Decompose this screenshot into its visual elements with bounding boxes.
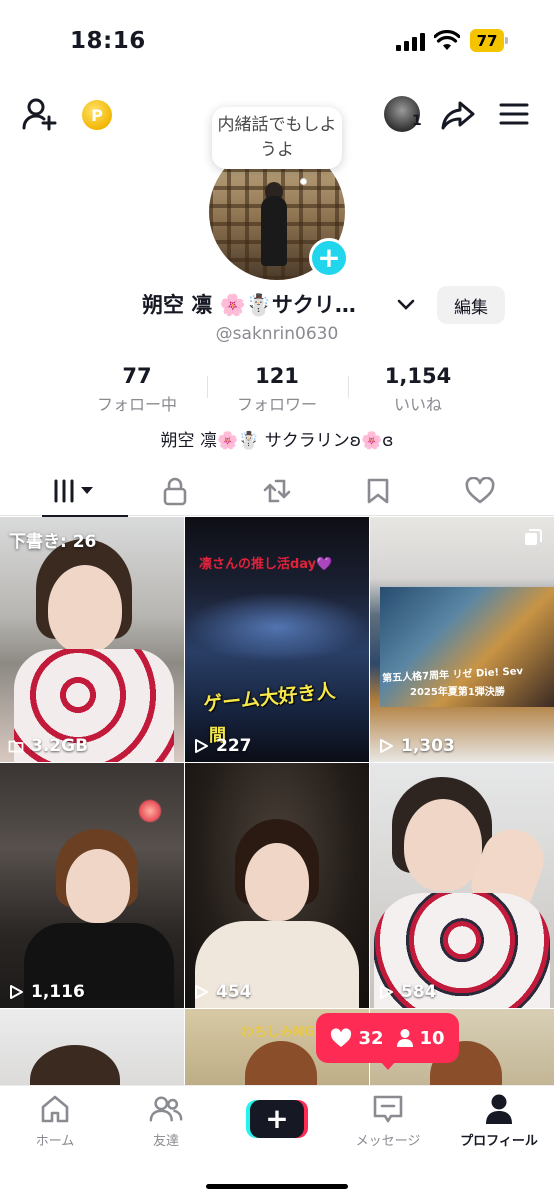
plus-icon: +	[250, 1100, 304, 1138]
new-activity-pill[interactable]: 32 10	[316, 1013, 459, 1063]
nav-label: プロフィール	[460, 1134, 538, 1149]
tab-private[interactable]	[120, 466, 230, 516]
tab-reposts[interactable]	[222, 466, 332, 516]
activity-likes: 32	[358, 1027, 384, 1049]
video-tile[interactable]: 下書き: 26 3.2GB	[0, 517, 184, 762]
view-count-value: 1,303	[401, 736, 455, 756]
video-tile[interactable]: 第五人格7周年 リゼ Die! Sev 2025年夏第1弾決勝 1,303	[370, 517, 554, 762]
stat-value: 77	[122, 364, 152, 388]
video-tile[interactable]: 454	[185, 763, 369, 1008]
heart-filled-icon	[331, 1028, 352, 1047]
nav-inbox[interactable]: メッセージ	[333, 1092, 443, 1152]
view-count: 227	[193, 736, 252, 756]
poster-banner-subtext: 2025年夏第1弾決勝	[410, 687, 505, 698]
video-grid: 下書き: 26 3.2GB 凛さんの推し活day💜 ゲーム大好き人 間 227 …	[0, 517, 554, 1087]
cellular-signal-icon	[396, 33, 426, 51]
note-bubble[interactable]: 内緒話でもしようよ	[212, 107, 342, 169]
stat-value: 121	[255, 364, 299, 388]
tab-videos[interactable]	[20, 466, 130, 517]
stat-likes[interactable]: 1,154 いいね	[348, 364, 488, 415]
view-count-value: 227	[216, 736, 252, 756]
view-count: 1,116	[8, 982, 85, 1002]
chevron-down-icon[interactable]	[396, 297, 416, 313]
nav-label: メッセージ	[355, 1134, 421, 1149]
view-count: 584	[378, 982, 437, 1002]
play-icon	[380, 739, 393, 753]
create-button[interactable]: +	[246, 1100, 308, 1138]
name-row: 朔空 凛 🌸☃️サクリ… 編集	[0, 285, 554, 325]
nav-profile[interactable]: プロフィール	[444, 1092, 554, 1152]
view-count: 1,303	[378, 736, 455, 756]
stat-label: フォロー中	[96, 395, 177, 414]
battery-level: 77	[470, 29, 504, 52]
person-filled-icon	[396, 1029, 413, 1047]
view-count: 454	[193, 982, 252, 1002]
activity-followers: 10	[419, 1027, 445, 1049]
tab-liked[interactable]	[425, 466, 535, 516]
play-icon	[195, 985, 208, 999]
stat-value: 1,154	[384, 364, 452, 388]
heart-icon	[465, 477, 495, 504]
edit-profile-button[interactable]: 編集	[437, 286, 505, 324]
folder-icon	[8, 740, 24, 753]
home-indicator	[206, 1184, 348, 1189]
inbox-icon	[373, 1095, 403, 1123]
profile-icon	[486, 1094, 512, 1124]
nav-label: ホーム	[35, 1134, 75, 1149]
stat-followers[interactable]: 121 フォロワー	[207, 364, 347, 415]
storage-size: 3.2GB	[8, 736, 88, 756]
video-tile[interactable]: 584	[370, 763, 554, 1008]
menu-icon[interactable]	[498, 100, 530, 128]
grid-icon	[54, 479, 93, 503]
add-avatar-button[interactable]: +	[309, 238, 349, 278]
multi-image-icon	[525, 529, 542, 545]
friend-badge-count: 1	[412, 113, 422, 129]
stat-label: フォロワー	[236, 395, 317, 414]
friends-icon	[149, 1096, 183, 1122]
status-time: 18:16	[70, 28, 146, 54]
video-tile[interactable]: 凛さんの推し活day💜 ゲーム大好き人 間 227	[185, 517, 369, 762]
video-tile[interactable]: 1,116	[0, 763, 184, 1008]
pill-tail	[380, 1061, 396, 1070]
overlay-main-text: ゲーム大好き人	[202, 680, 337, 716]
wifi-icon	[434, 30, 460, 50]
bubble-tail	[300, 178, 307, 185]
stat-following[interactable]: 77 フォロー中	[67, 364, 207, 415]
display-name: 朔空 凛 🌸☃️サクリ…	[142, 293, 356, 317]
stat-label: いいね	[393, 395, 442, 414]
nav-friends[interactable]: 友達	[111, 1092, 221, 1152]
view-count-value: 584	[401, 982, 437, 1002]
play-icon	[195, 739, 208, 753]
play-icon	[380, 985, 393, 999]
overlay-partial-text: わちしみNG	[241, 1025, 315, 1040]
video-tile[interactable]	[0, 1009, 184, 1087]
overlay-top-text: 凛さんの推し活day💜	[199, 557, 333, 572]
repost-icon	[263, 479, 291, 503]
share-icon[interactable]	[440, 98, 476, 132]
nav-label: 友達	[152, 1134, 179, 1149]
lock-icon	[163, 477, 187, 506]
play-icon	[10, 985, 23, 999]
nav-home[interactable]: ホーム	[0, 1092, 110, 1152]
bio: 朔空 凛🌸☃️ サクラリンʚ🌸ɞ	[160, 431, 394, 451]
view-count-value: 454	[216, 982, 252, 1002]
tab-favorites[interactable]	[323, 466, 433, 516]
coin-icon[interactable]: P	[82, 100, 112, 130]
storage-size-value: 3.2GB	[31, 736, 89, 756]
battery-icon: 77	[470, 29, 508, 52]
home-icon	[41, 1095, 69, 1123]
bottom-nav: ホーム 友達 + メッセージ プロフィール	[0, 1085, 554, 1200]
view-count-value: 1,116	[31, 982, 85, 1002]
add-friend-icon[interactable]	[20, 96, 58, 132]
content-tabs	[0, 466, 554, 517]
bookmark-icon	[367, 478, 389, 504]
status-bar: 18:16 77	[0, 0, 554, 84]
username: @saknrin0630	[215, 324, 339, 344]
draft-label: 下書き: 26	[9, 532, 97, 552]
